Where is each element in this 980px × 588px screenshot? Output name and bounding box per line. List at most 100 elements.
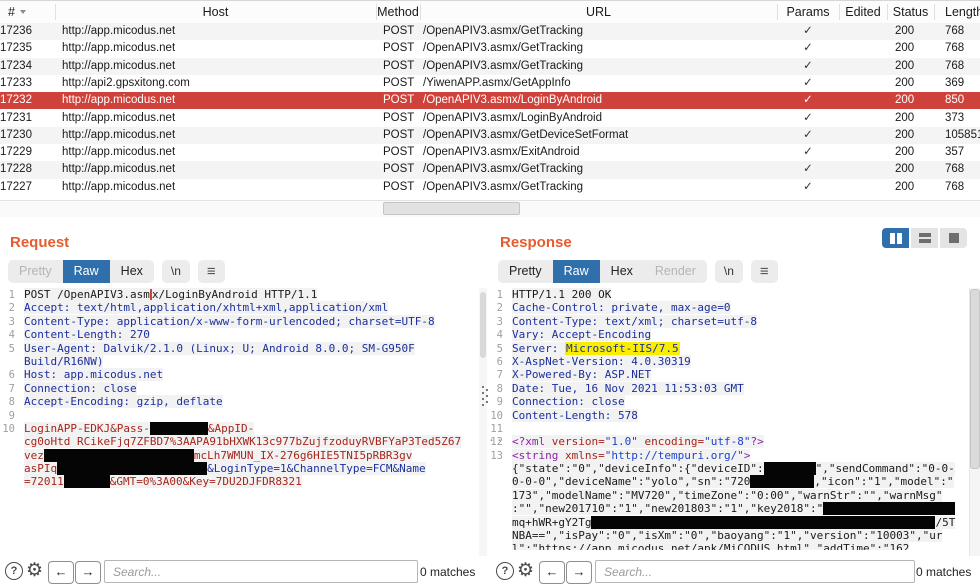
cell-num: 17228 (0, 161, 44, 178)
help-icon[interactable]: ? (496, 562, 514, 580)
search-next-button[interactable]: → (75, 561, 101, 584)
column-header-status[interactable]: Status (887, 1, 934, 23)
cell-host: http://app.micodus.net (62, 40, 372, 57)
request-scrollbar-thumb[interactable] (480, 292, 486, 358)
redaction-block (764, 462, 816, 475)
search-next-button[interactable]: → (566, 561, 592, 584)
editor-menu-button[interactable]: ≡ (198, 260, 225, 283)
table-row[interactable]: 17233http://api2.gpsxitong.comPOST/Yiwen… (0, 75, 980, 92)
show-newlines-button[interactable]: \n (715, 260, 743, 283)
layout-columns-button[interactable] (882, 228, 909, 248)
editor-line: 6X-AspNet-Version: 4.0.30319 (490, 355, 972, 368)
table-row[interactable]: 17236http://app.micodus.netPOST/OpenAPIV… (0, 23, 980, 40)
redaction-block (591, 516, 935, 529)
cell-edited (839, 92, 887, 109)
editor-line: 11 (490, 422, 972, 435)
redaction-block (64, 475, 110, 488)
gear-icon[interactable]: ⚙ (517, 559, 534, 582)
column-header-number[interactable]: # (8, 1, 52, 23)
redaction-block (750, 475, 814, 488)
cell-edited (839, 179, 887, 196)
editor-line: 8Date: Tue, 16 Nov 2021 11:53:03 GMT (490, 382, 972, 395)
tab-raw[interactable]: Raw (63, 260, 110, 283)
rows-icon-bar (919, 239, 931, 243)
tab-pretty[interactable]: Pretty (8, 260, 63, 283)
column-header-params[interactable]: Params (777, 1, 839, 23)
response-tabbar: Pretty Raw Hex Render \n ≡ (498, 260, 778, 283)
cell-host: http://api2.gpsxitong.com (62, 75, 372, 92)
search-previous-button[interactable]: ← (48, 561, 74, 584)
response-scrollbar-thumb[interactable] (970, 289, 980, 469)
table-row[interactable]: 17235http://app.micodus.netPOST/OpenAPIV… (0, 40, 980, 57)
table-header: # Host Method URL Params Edited Status L… (0, 0, 980, 24)
column-header-url[interactable]: URL (420, 1, 777, 23)
cell-host: http://app.micodus.net (62, 110, 372, 127)
table-row[interactable]: 17232http://app.micodus.netPOST/OpenAPIV… (0, 92, 980, 109)
response-editor[interactable]: 1HTTP/1.1 200 OK2Cache-Control: private,… (490, 288, 972, 550)
line-number: 9 (2, 410, 15, 423)
menu-icon: ≡ (207, 263, 216, 280)
tab-render[interactable]: Render (644, 260, 707, 283)
table-row[interactable]: 17230http://app.micodus.netPOST/OpenAPIV… (0, 127, 980, 144)
editor-line: mq+hWR+gY2Tg/5T (490, 516, 972, 529)
tab-hex[interactable]: Hex (110, 260, 154, 283)
column-header-method[interactable]: Method (376, 1, 420, 23)
cell-num: 17233 (0, 75, 44, 92)
request-view-tabs: Pretty Raw Hex (8, 260, 154, 283)
search-previous-button[interactable]: ← (539, 561, 565, 584)
tab-raw[interactable]: Raw (553, 260, 600, 283)
cell-host: http://app.micodus.net (62, 58, 372, 75)
cell-status: 200 (895, 40, 931, 57)
gear-icon[interactable]: ⚙ (26, 559, 43, 582)
editor-menu-button[interactable]: ≡ (751, 260, 778, 283)
table-row[interactable]: 17229http://app.micodus.netPOST/OpenAPIV… (0, 144, 980, 161)
tab-pretty[interactable]: Pretty (498, 260, 553, 283)
table-row[interactable]: 17228http://app.micodus.netPOST/OpenAPIV… (0, 161, 980, 178)
request-panel-title: Request (10, 234, 69, 251)
line-number: 3 (2, 316, 15, 329)
table-horizontal-scrollbar-thumb[interactable] (383, 202, 520, 215)
vertical-splitter-grip[interactable] (482, 386, 484, 388)
table-row[interactable]: 17231http://app.micodus.netPOST/OpenAPIV… (0, 110, 980, 127)
cell-num: 17230 (0, 127, 44, 144)
column-header-host[interactable]: Host (55, 1, 376, 23)
line-number: 10 (490, 410, 503, 423)
editor-line: 6Host: app.micodus.net (2, 368, 478, 381)
cell-status: 200 (895, 92, 931, 109)
editor-line: Build/R16NW) (2, 355, 478, 368)
horizontal-splitter[interactable]: ··· (0, 217, 980, 231)
table-row[interactable]: 17227http://app.micodus.netPOST/OpenAPIV… (0, 179, 980, 196)
cell-params: ✓ (777, 23, 839, 40)
arrow-left-icon: ← (55, 564, 68, 579)
editor-line: 9 (2, 409, 478, 422)
cell-method: POST (383, 23, 421, 40)
table-row[interactable]: 17234http://app.micodus.netPOST/OpenAPIV… (0, 58, 980, 75)
cell-status: 200 (895, 58, 931, 75)
show-newlines-button[interactable]: \n (162, 260, 190, 283)
column-header-params-label: Params (786, 5, 829, 19)
layout-single-button[interactable] (940, 228, 967, 248)
redaction-block (44, 449, 194, 462)
tab-hex[interactable]: Hex (600, 260, 644, 283)
cell-length: 768 (945, 179, 980, 196)
column-separator (55, 4, 56, 20)
request-editor[interactable]: 1POST /OpenAPIV3.asmx/LoginByAndroid HTT… (2, 288, 478, 550)
cell-url: /OpenAPIV3.asmx/GetTracking (423, 179, 773, 196)
line-number: 9 (490, 396, 503, 409)
editor-line: 5Server: Microsoft-IIS/7.5 (490, 342, 972, 355)
cell-host: http://app.micodus.net (62, 144, 372, 161)
help-icon[interactable]: ? (5, 562, 23, 580)
column-header-length[interactable]: Length (945, 1, 980, 23)
column-header-url-label: URL (586, 5, 611, 19)
column-header-edited[interactable]: Edited (839, 1, 887, 23)
cell-host: http://app.micodus.net (62, 92, 372, 109)
request-search-input[interactable] (104, 560, 418, 583)
layout-rows-button[interactable] (911, 228, 938, 248)
editor-line: 4Content-Length: 270 (2, 328, 478, 341)
column-separator (934, 4, 935, 20)
response-search-input[interactable] (595, 560, 915, 583)
column-header-host-label: Host (203, 5, 229, 19)
line-number: 2 (2, 302, 15, 315)
cell-params: ✓ (777, 75, 839, 92)
response-search-footer: ? ⚙ ← → 0 matches (488, 556, 980, 588)
